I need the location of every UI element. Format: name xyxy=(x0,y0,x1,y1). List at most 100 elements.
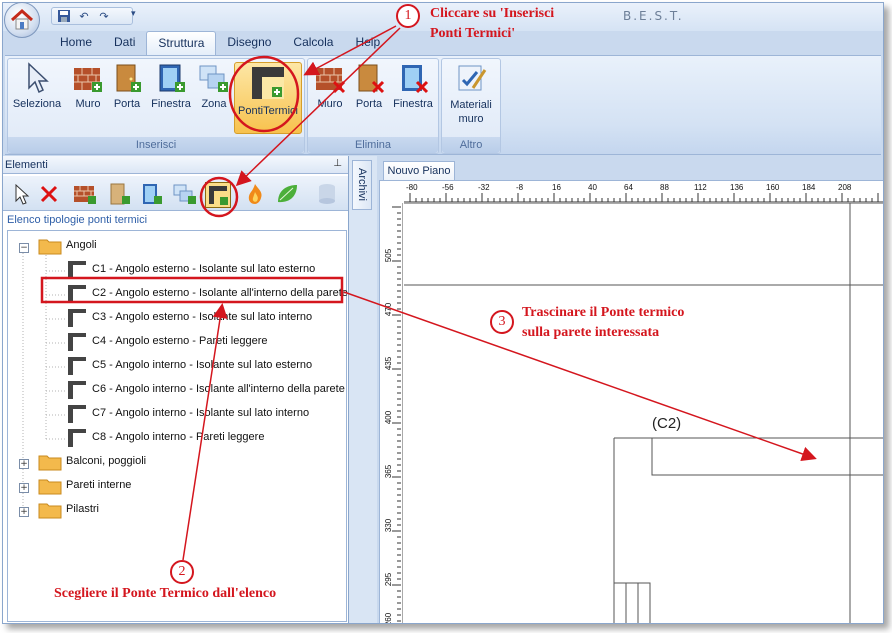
group-label-altro: Altro xyxy=(442,137,500,153)
zone-icon[interactable] xyxy=(173,182,197,206)
tab-home[interactable]: Home xyxy=(49,31,103,55)
group-inserisci: Seleziona Muro Porta Finestra Zona Ponti… xyxy=(7,58,305,154)
floor-plan-drawing xyxy=(404,203,883,623)
ponti-termici-button[interactable]: PontiTermici xyxy=(234,62,302,134)
tree-item-c4[interactable]: C4 - Angolo esterno - Pareti leggere xyxy=(92,335,268,347)
fire-icon[interactable] xyxy=(243,182,267,206)
tree-item-c6[interactable]: C6 - Angolo interno - Isolante all'inter… xyxy=(92,383,345,395)
tree-item-c7[interactable]: C7 - Angolo interno - Isolante sul lato … xyxy=(92,407,309,419)
door-icon[interactable] xyxy=(107,182,131,206)
zona-button[interactable]: Zona xyxy=(196,62,232,134)
save-icon[interactable] xyxy=(56,9,72,23)
window-delete-icon xyxy=(397,62,429,94)
drawing-area: Nouvo Piano -80 -56 -32 -8 16 40 64 88 1… xyxy=(377,156,883,623)
door-add-icon xyxy=(111,62,143,94)
quick-access-toolbar: ↶ ↷ xyxy=(51,7,133,25)
step-1-text-line2: Ponti Termici' xyxy=(430,26,516,41)
folder-icon xyxy=(38,477,62,495)
ponti-termici-label: PontiTermici xyxy=(238,105,298,117)
drawing-canvas[interactable]: -80 -56 -32 -8 16 40 64 88 112 136 160 1… xyxy=(379,180,883,623)
thermal-bridge-icon xyxy=(66,259,88,281)
tree-item-c1[interactable]: C1 - Angolo esterno - Isolante sul lato … xyxy=(92,263,315,275)
tree-folder-angoli[interactable]: Angoli xyxy=(66,239,97,251)
material-edit-icon xyxy=(455,62,487,94)
tab-help[interactable]: Help xyxy=(344,31,391,55)
tree-item-c5[interactable]: C5 - Angolo interno - Isolante sul lato … xyxy=(92,359,312,371)
step-2-badge: 2 xyxy=(170,560,194,584)
app-menu-button[interactable] xyxy=(4,2,40,38)
tree-folder-balconi[interactable]: Balconi, poggioli xyxy=(66,455,146,467)
ruler-x-label: -56 xyxy=(442,183,454,192)
ruler-x-label: 208 xyxy=(838,183,852,192)
window-icon[interactable] xyxy=(139,182,163,206)
porta-button[interactable]: Porta xyxy=(108,62,146,134)
pin-icon[interactable]: ⊥ xyxy=(333,158,342,169)
database-icon[interactable] xyxy=(315,182,339,206)
side-tab-strip: Archivi xyxy=(349,156,377,623)
thermal-bridge-icon xyxy=(66,283,88,305)
thermal-bridge-icon xyxy=(66,403,88,425)
window-add-icon xyxy=(155,62,187,94)
redo-icon[interactable]: ↷ xyxy=(96,9,112,23)
tree-item-c8[interactable]: C8 - Angolo interno - Pareti leggere xyxy=(92,431,264,443)
thermal-bridge-icon xyxy=(66,307,88,329)
zone-add-icon xyxy=(198,62,230,94)
ribbon-tabs: Home Dati Struttura Disegno Calcola Help xyxy=(49,31,391,56)
group-altro: Materiali muro Altro xyxy=(441,58,501,154)
list-heading: Elenco tipologie ponti termici xyxy=(7,214,148,226)
undo-icon[interactable]: ↶ xyxy=(76,9,92,23)
tab-disegno[interactable]: Disegno xyxy=(216,31,282,55)
panel-title: Elementi xyxy=(3,156,348,174)
group-label-elimina: Elimina xyxy=(308,137,438,153)
ruler-y-label: 295 xyxy=(384,572,394,587)
wall-add-icon xyxy=(72,62,104,94)
tab-calcola[interactable]: Calcola xyxy=(282,31,344,55)
archivi-tab[interactable]: Archivi xyxy=(352,160,372,210)
seleziona-button[interactable]: Seleziona xyxy=(10,62,64,134)
expand-balconi-icon[interactable]: + xyxy=(19,459,29,469)
horizontal-ruler: -80 -56 -32 -8 16 40 64 88 112 136 160 1… xyxy=(404,181,883,204)
thermal-bridge-icon xyxy=(66,331,88,353)
select-cursor-icon[interactable] xyxy=(9,182,33,206)
step-2-text: Scegliere il Ponte Termico dall'elenco xyxy=(54,586,277,601)
tree-item-c2[interactable]: C2 - Angolo esterno - Isolante all'inter… xyxy=(92,287,348,299)
step-1-badge: 1 xyxy=(396,4,420,28)
ruler-y-label: 400 xyxy=(384,410,394,425)
folder-icon xyxy=(38,501,62,519)
delete-icon[interactable] xyxy=(37,182,61,206)
group-elimina: Muro Porta Finestra Elimina xyxy=(307,58,439,154)
leaf-icon[interactable] xyxy=(275,182,299,206)
tab-struttura[interactable]: Struttura xyxy=(146,31,217,56)
elimina-porta-label: Porta xyxy=(355,98,383,110)
materiali-label: Materiali xyxy=(450,99,492,111)
ruler-x-label: 40 xyxy=(588,183,597,192)
materiali-muro-button[interactable]: Materiali muro xyxy=(444,62,498,134)
expand-pilastri-icon[interactable]: + xyxy=(19,507,29,517)
ruler-x-label: 112 xyxy=(694,183,707,192)
tab-dati[interactable]: Dati xyxy=(103,31,146,55)
tree-item-c3[interactable]: C3 - Angolo esterno - Isolante sul lato … xyxy=(92,311,312,323)
elimina-finestra-label: Finestra xyxy=(393,98,433,110)
tab-nouvo-piano[interactable]: Nouvo Piano xyxy=(383,161,455,180)
wall-delete-icon xyxy=(314,62,346,94)
muro-sub-label: muro xyxy=(458,113,484,125)
placed-thermal-bridge-label: (C2) xyxy=(652,415,682,432)
panel-toolbar xyxy=(3,176,348,211)
collapse-angoli-icon[interactable]: − xyxy=(19,243,29,253)
thermal-bridge-icon[interactable] xyxy=(205,182,231,208)
customize-toolbar-icon[interactable]: ▾ xyxy=(131,9,136,19)
ruler-x-label: 88 xyxy=(660,183,669,192)
wall-icon[interactable] xyxy=(73,182,97,206)
finestra-button[interactable]: Finestra xyxy=(148,62,194,134)
elimina-muro-button[interactable]: Muro xyxy=(312,62,348,134)
ruler-x-label: 16 xyxy=(552,183,561,192)
tree-folder-pilastri[interactable]: Pilastri xyxy=(66,503,99,515)
elimina-porta-button[interactable]: Porta xyxy=(350,62,388,134)
step-3-badge: 3 xyxy=(490,310,514,334)
muro-button[interactable]: Muro xyxy=(70,62,106,134)
tree-folder-pareti[interactable]: Pareti interne xyxy=(66,479,131,491)
application-window: ↶ ↷ ▾ B.E.S.T. Home Dati Struttura Diseg… xyxy=(2,2,884,624)
expand-pareti-icon[interactable]: + xyxy=(19,483,29,493)
ribbon: Seleziona Muro Porta Finestra Zona Ponti… xyxy=(5,55,881,155)
elimina-finestra-button[interactable]: Finestra xyxy=(390,62,436,134)
